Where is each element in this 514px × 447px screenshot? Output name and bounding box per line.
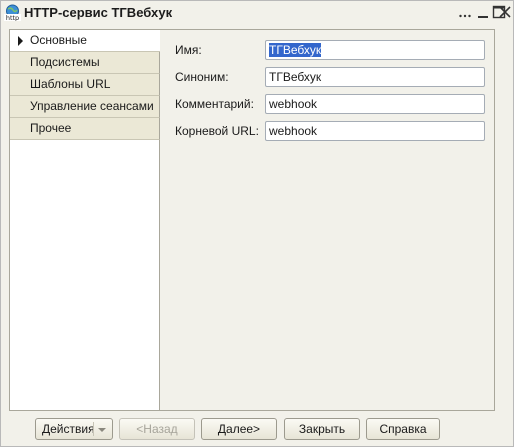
sidebar-item-label: Основные	[30, 33, 87, 47]
actions-button-label: Действия	[42, 422, 95, 436]
name-value: ТГВебхук	[269, 43, 322, 57]
synonym-label: Синоним:	[175, 70, 229, 84]
back-button[interactable]: <Назад	[119, 418, 195, 440]
comment-label: Комментарий:	[175, 97, 254, 111]
actions-button[interactable]: Действия	[35, 418, 113, 440]
main-panel: Имя: ТГВебхук Синоним: ТГВебхук Коммента…	[160, 30, 494, 410]
comment-field[interactable]: webhook	[265, 94, 485, 114]
root-url-label: Корневой URL:	[175, 124, 259, 138]
sidebar-item-subsystems[interactable]: Подсистемы	[10, 52, 160, 74]
close-icon[interactable]	[498, 5, 512, 19]
sidebar-item-label: Управление сеансами	[30, 99, 154, 113]
sidebar-item-other[interactable]: Прочее	[10, 118, 160, 140]
root-url-field[interactable]: webhook	[265, 121, 485, 141]
triangle-right-icon	[18, 36, 23, 46]
sidebar-item-label: Шаблоны URL	[30, 77, 111, 91]
next-button-label: Далее>	[217, 422, 261, 436]
name-field[interactable]: ТГВебхук	[265, 40, 485, 60]
dialog-window: http HTTP-сервис ТГВебхук Основные Подси…	[0, 0, 514, 447]
chevron-down-icon	[98, 428, 106, 432]
http-globe-icon: http	[4, 4, 21, 22]
sidebar-item-label: Прочее	[30, 121, 72, 135]
help-button[interactable]: Справка	[366, 418, 440, 440]
sidebar-empty-area	[10, 140, 160, 410]
comment-value: webhook	[269, 97, 318, 111]
close-button-label: Закрыть	[298, 422, 346, 436]
window-title: HTTP-сервис ТГВебхук	[24, 5, 173, 20]
close-button[interactable]: Закрыть	[284, 418, 360, 440]
form-content: Основные Подсистемы Шаблоны URL Управлен…	[9, 29, 495, 411]
help-button-label: Справка	[379, 422, 427, 436]
menu-dots-icon[interactable]	[458, 5, 472, 19]
name-label: Имя:	[175, 43, 202, 57]
back-button-label: <Назад	[136, 422, 178, 436]
root-url-value: webhook	[269, 124, 318, 138]
synonym-value: ТГВебхук	[269, 70, 322, 84]
synonym-field[interactable]: ТГВебхук	[265, 67, 485, 87]
sidebar-item-session-management[interactable]: Управление сеансами	[10, 96, 160, 118]
title-bar[interactable]: http HTTP-сервис ТГВебхук	[1, 1, 513, 25]
sidebar-item-label: Подсистемы	[30, 55, 100, 69]
svg-text:http: http	[6, 14, 19, 21]
sidebar-item-main[interactable]: Основные	[10, 30, 160, 52]
sidebar: Основные Подсистемы Шаблоны URL Управлен…	[10, 30, 160, 410]
next-button[interactable]: Далее>	[201, 418, 277, 440]
minimize-icon[interactable]	[476, 5, 490, 19]
sidebar-item-url-templates[interactable]: Шаблоны URL	[10, 74, 160, 96]
